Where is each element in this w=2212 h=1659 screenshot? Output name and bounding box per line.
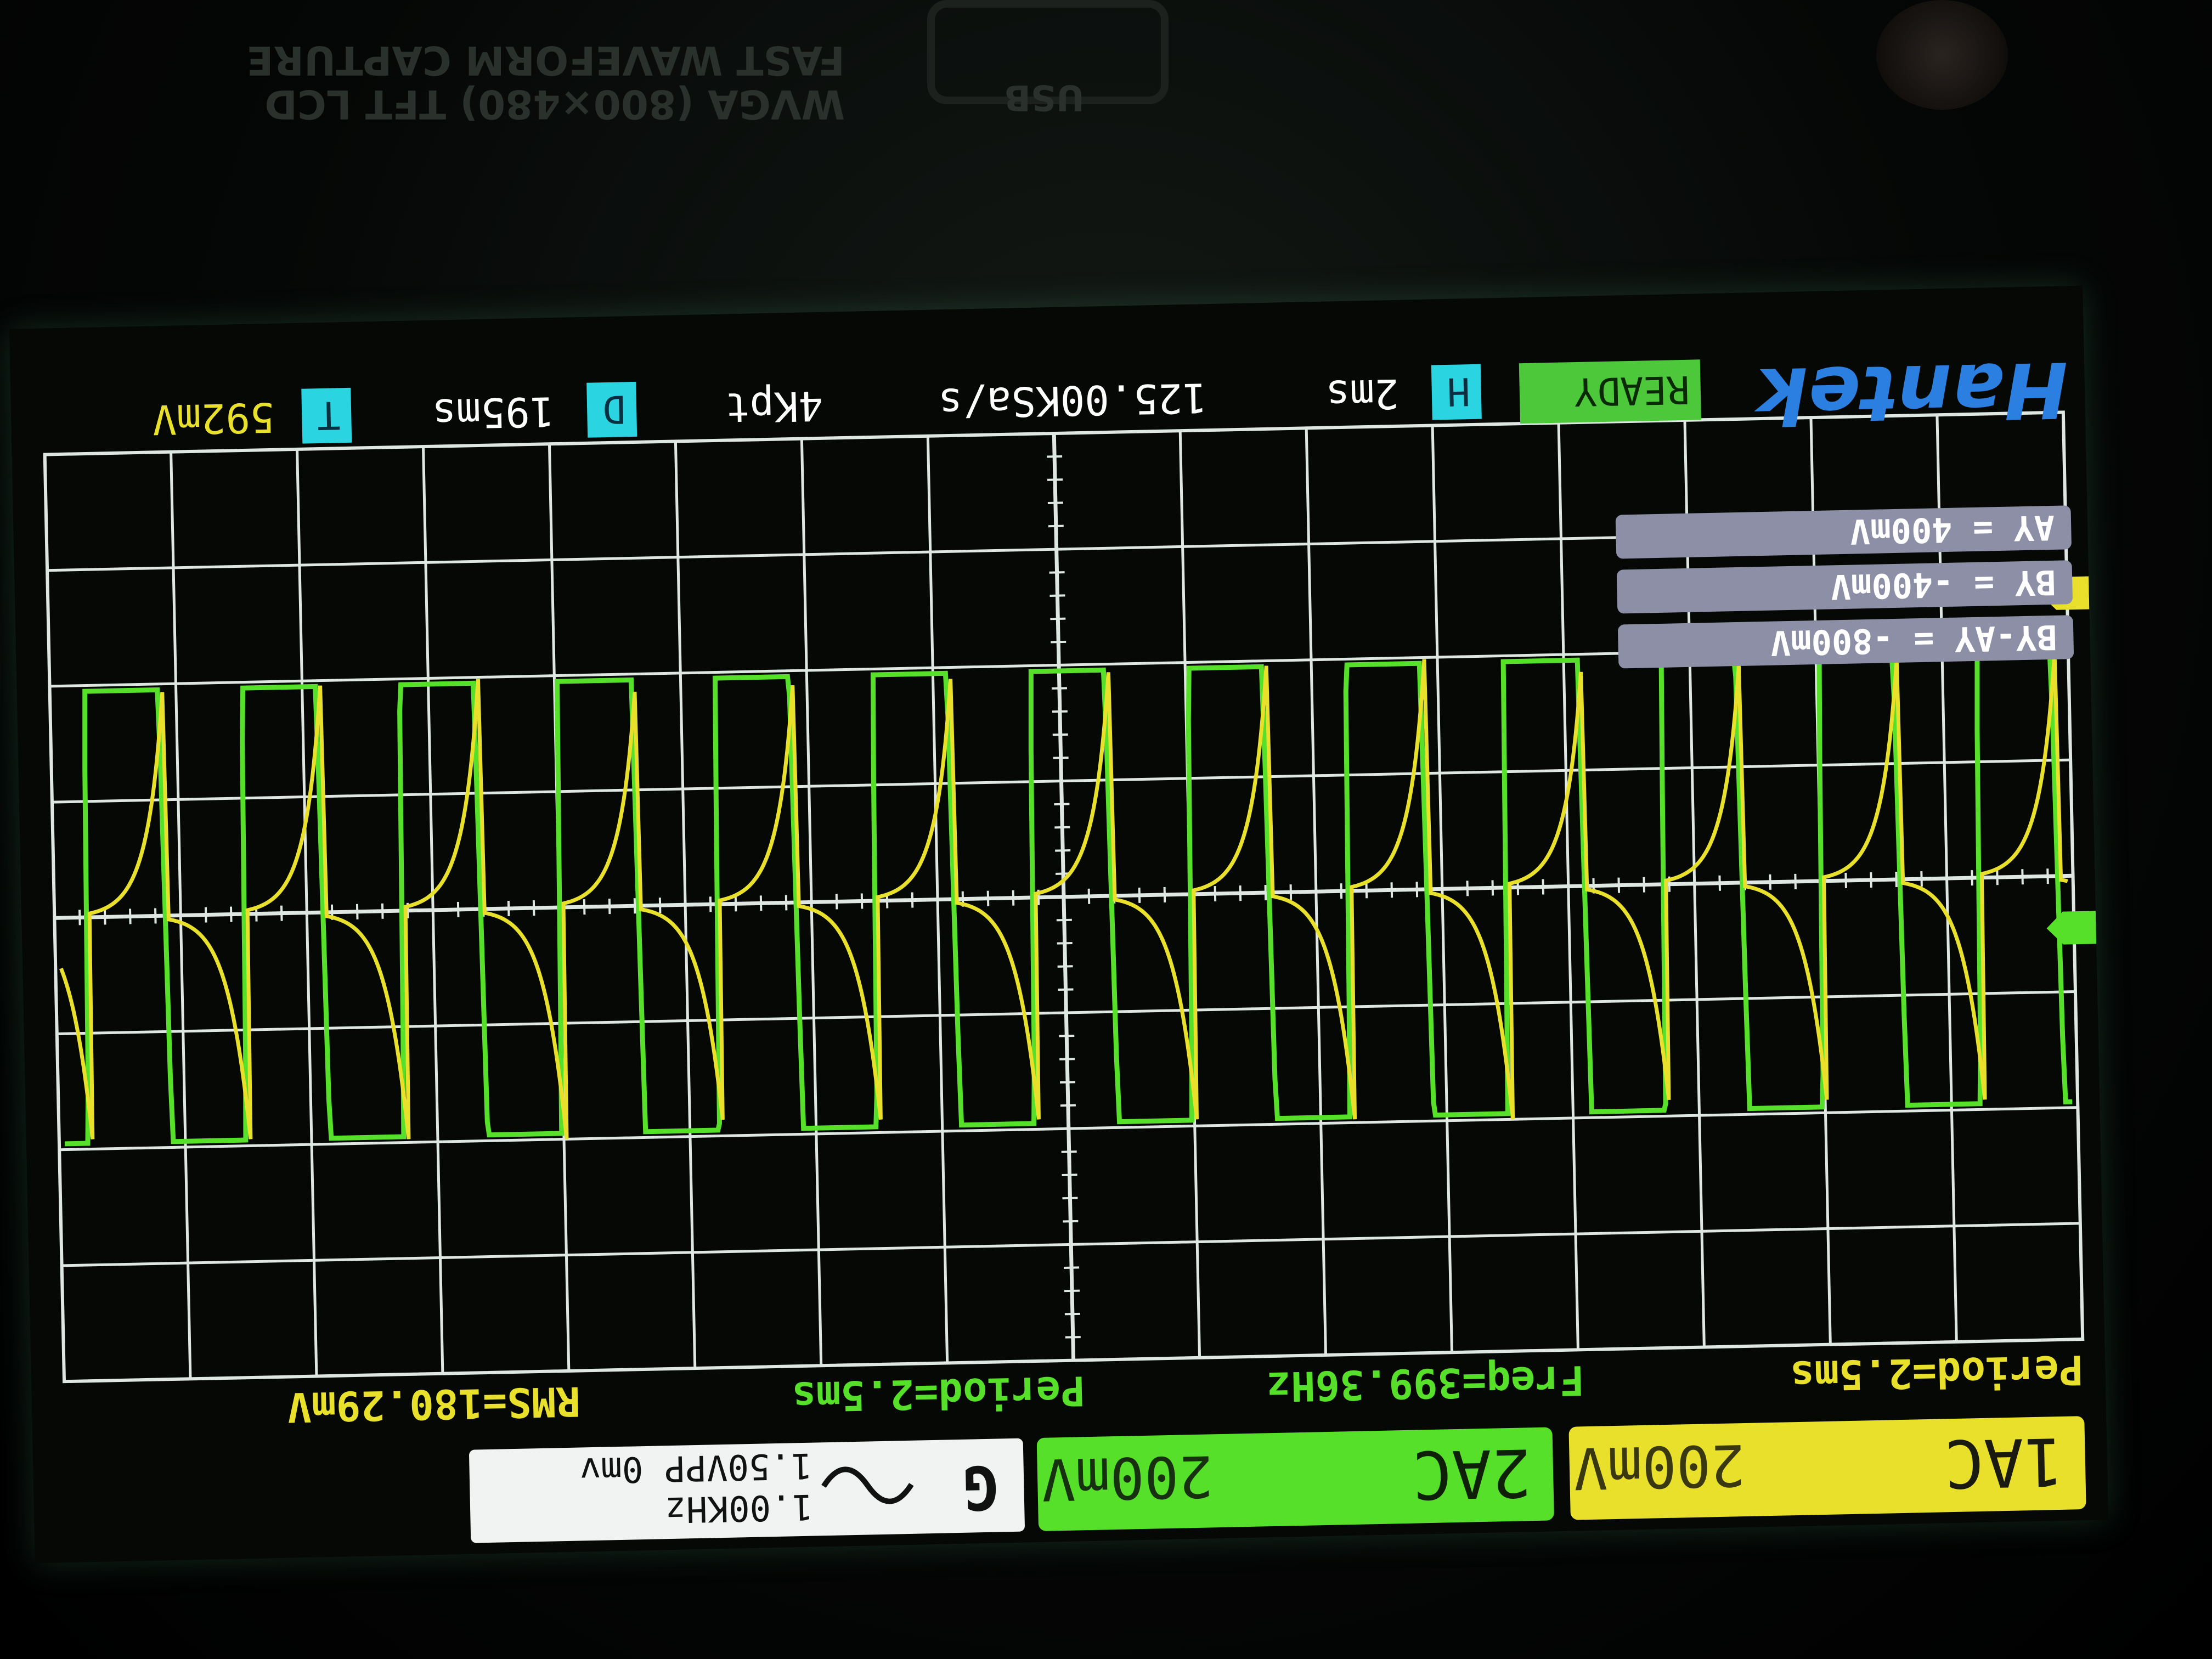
grid-tick xyxy=(229,906,233,922)
brand-logo: Hantek xyxy=(1752,344,2069,440)
grid-tick xyxy=(1048,548,1064,551)
grid-tick xyxy=(1046,432,1062,435)
grid-tick xyxy=(1056,895,1071,899)
grid-tick xyxy=(1064,1266,1080,1269)
grid-tick xyxy=(1057,941,1073,945)
grid-tick xyxy=(684,897,687,913)
cursor-delta: BY-AY = -800mV xyxy=(1770,617,2057,663)
t-badge: T xyxy=(317,392,341,438)
cursor-readouts: BY-AY = -800mV BY = -400mV AY = 400mV xyxy=(1615,505,2074,669)
grid-tick xyxy=(381,903,384,919)
grid-tick xyxy=(1012,890,1015,906)
grid-tick xyxy=(1466,881,1469,896)
grid-tick xyxy=(1063,1220,1079,1223)
grid-tick xyxy=(1491,880,1494,896)
grid-tick xyxy=(1340,883,1343,899)
ch1-scale: 200mV xyxy=(1573,1431,1746,1502)
grid-tick xyxy=(53,910,56,926)
ch2-period-measure: Period=2.5ms xyxy=(791,1367,1085,1420)
grid-tick xyxy=(658,898,662,913)
grid-tick xyxy=(1051,687,1068,690)
grid-tick xyxy=(1056,918,1072,922)
grid-tick xyxy=(1060,1127,1076,1130)
grid-tick xyxy=(1058,988,1074,991)
grid-tick xyxy=(1060,1104,1076,1107)
grid-tick xyxy=(1065,1336,1081,1339)
grid-tick xyxy=(1138,887,1141,903)
status-badge: READY xyxy=(1573,367,1690,414)
grid-tick xyxy=(129,909,132,924)
grid-tick xyxy=(785,895,788,911)
grid-tick xyxy=(986,890,990,906)
generator-amplitude: 1.50VPP 0mv xyxy=(579,1445,812,1491)
bezel-capture-text: FAST WAVEFORM CAPTURE xyxy=(246,37,845,83)
ch2-scale: 200mV xyxy=(1041,1442,1214,1513)
memory-depth: 4Kpt xyxy=(725,382,823,431)
grid-tick xyxy=(1063,1243,1079,1246)
grid-tick xyxy=(1065,1359,1081,1362)
grid-tick xyxy=(1314,884,1318,900)
grid-tick xyxy=(1895,871,1898,888)
graticule xyxy=(43,410,2085,1384)
grid-tick xyxy=(1049,594,1065,597)
cursor-by: BY = -400mV xyxy=(1830,562,2056,607)
grid-tick xyxy=(1718,875,1721,891)
grid-tick xyxy=(1054,826,1070,829)
d-badge: D xyxy=(602,386,626,432)
front-panel-knob[interactable] xyxy=(1876,0,2008,110)
grid-tick xyxy=(280,905,283,921)
cursor-ay: AY = 400mV xyxy=(1849,507,2055,552)
grid-tick xyxy=(356,904,359,919)
bezel-printed-text: WVGA (800×480) TFT LCD FAST WAVEFORM CAP… xyxy=(241,16,845,127)
footer-bar: Hantek READY H 2ms 125.00KSa/s 4Kpt D 19… xyxy=(152,344,2069,444)
ch2-freq-measure: Freq=399.36Hz xyxy=(1266,1356,1585,1410)
grid-tick xyxy=(2021,869,2024,885)
grid-tick xyxy=(709,896,712,912)
grid-tick xyxy=(1617,877,1621,893)
ch1-rms-measure: RMS=180.29mV xyxy=(287,1377,581,1430)
photo-scene: WVGA (800×480) TFT LCD FAST WAVEFORM CAP… xyxy=(0,0,2212,1659)
grid-tick xyxy=(1048,524,1064,528)
screen-content: 1AC 200mV 2AC 200mV G 1.00KHz 1.50VPP 0m… xyxy=(9,285,2109,1564)
bezel-lcd-text: WVGA (800×480) TFT LCD xyxy=(264,81,845,127)
timebase: 2ms xyxy=(1325,370,1399,419)
grid-tick xyxy=(1945,871,1948,887)
grid-tick xyxy=(1087,888,1091,904)
grid-tick xyxy=(1047,478,1063,481)
grid-tick xyxy=(1057,965,1073,968)
grid-tick xyxy=(1047,455,1063,458)
grid-tick xyxy=(1055,849,1071,852)
ch2-ground-marker[interactable] xyxy=(2046,911,2097,945)
grid-tick xyxy=(1214,885,1217,902)
grid-tick xyxy=(1693,876,1696,891)
grid-tick xyxy=(1415,882,1419,898)
grid-tick xyxy=(583,899,586,915)
oscilloscope-screen: 1AC 200mV 2AC 200mV G 1.00KHz 1.50VPP 0m… xyxy=(9,285,2109,1564)
h-badge: H xyxy=(1447,369,1471,414)
scope-display: 1AC 200mV 2AC 200mV G 1.00KHz 1.50VPP 0m… xyxy=(43,344,2097,1543)
grid-tick xyxy=(456,901,460,917)
ch2-label: 2AC xyxy=(1412,1434,1532,1513)
grid-tick xyxy=(1054,803,1070,806)
usb-label: USB xyxy=(1004,77,1085,117)
grid-tick xyxy=(1920,871,1923,887)
grid-tick xyxy=(1049,571,1065,574)
header-bar: 1AC 200mV 2AC 200mV G 1.00KHz 1.50VPP 0m… xyxy=(469,1416,2086,1543)
delay-value: 195ms xyxy=(432,387,555,437)
grid-tick xyxy=(1239,885,1242,901)
ch1-label: 1AC xyxy=(1944,1423,2064,1502)
sample-rate: 125.00KSa/s xyxy=(938,374,1207,426)
grid-tick xyxy=(154,908,157,924)
grid-tick xyxy=(2046,868,2049,884)
trigger-level: 592mV xyxy=(152,393,275,443)
generator-label: G xyxy=(962,1452,1000,1523)
grid-tick xyxy=(1794,873,1797,889)
grid-tick xyxy=(911,892,914,908)
generator-frequency: 1.00KHz xyxy=(665,1486,814,1530)
ch1-period-measure: Period=2.5ms xyxy=(1790,1346,2084,1399)
grid-tick xyxy=(1062,1197,1078,1200)
